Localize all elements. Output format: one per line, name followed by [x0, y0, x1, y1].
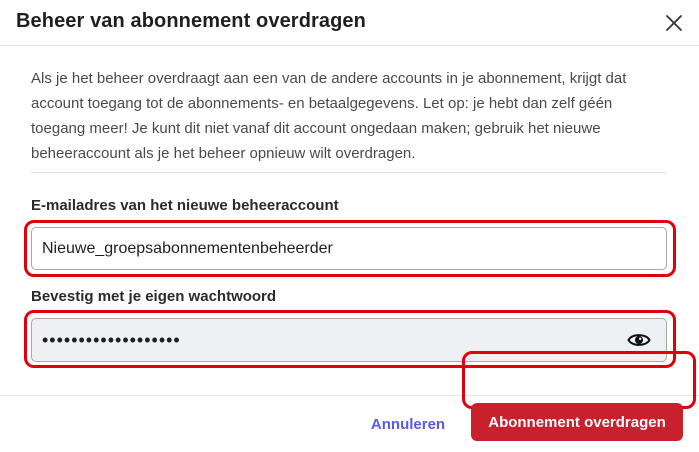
- dialog-header: Beheer van abonnement overdragen: [0, 0, 699, 46]
- dialog-footer: Annuleren Abonnement overdragen: [0, 351, 699, 452]
- dialog-body: Als je het beheer overdraagt aan een van…: [0, 46, 699, 394]
- transfer-admin-dialog: Beheer van abonnement overdragen Als je …: [0, 0, 699, 451]
- divider: [31, 172, 667, 173]
- email-field[interactable]: [31, 227, 667, 270]
- close-icon[interactable]: [663, 12, 685, 34]
- transfer-subscription-button[interactable]: Abonnement overdragen: [471, 403, 683, 441]
- email-label: E-mailadres van het nieuwe beheeraccount: [31, 197, 339, 214]
- dialog-description: Als je het beheer overdraagt aan een van…: [31, 70, 627, 162]
- eye-icon[interactable]: [627, 330, 651, 350]
- dialog-title: Beheer van abonnement overdragen: [16, 10, 366, 32]
- submit-highlight: [462, 351, 696, 409]
- cancel-button[interactable]: Annuleren: [366, 412, 450, 436]
- password-label: Bevestig met je eigen wachtwoord: [31, 288, 277, 305]
